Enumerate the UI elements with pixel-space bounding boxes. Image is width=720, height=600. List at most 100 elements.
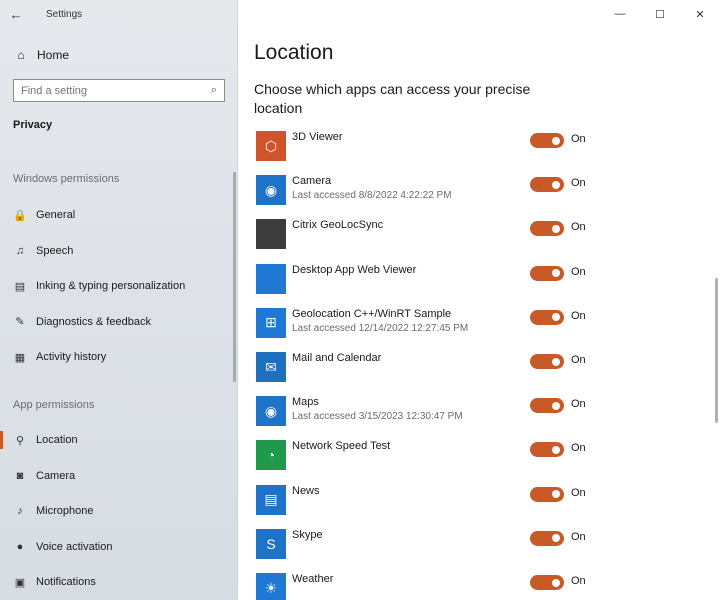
diagnostics-icon: ✎ (15, 316, 25, 328)
app-name: Maps (292, 396, 319, 409)
windows-logo-icon: ⊞ (256, 307, 286, 338)
toggle-state-label: On (571, 265, 586, 278)
mail-icon: ✉ (256, 352, 286, 382)
sidebar-item-label: Inking & typing personalization (36, 280, 186, 292)
sidebar-item-diagnostics-feedback[interactable]: ✎ Diagnostics & feedback (0, 308, 238, 336)
app-name: Skype (292, 528, 323, 541)
skype-icon: S (256, 528, 286, 559)
toggle-state-label: On (571, 354, 586, 366)
app-name: Camera (292, 175, 332, 188)
last-accessed-text: Last accessed 3/15/2023 12:30:47 PM (292, 411, 463, 423)
app-row: ◔ Network Speed Test On (254, 440, 694, 474)
sidebar-item-label: Diagnostics & feedback (36, 315, 151, 328)
toggle-state-label: On (571, 133, 586, 145)
app-name: 3D Viewer (292, 131, 343, 143)
last-accessed-text: Last accessed 12/14/2022 12:27:45 PM (292, 322, 469, 334)
app-name: Citrix GeoLocSync (292, 219, 384, 232)
home-link[interactable]: ⌂ Home (14, 46, 69, 64)
sidebar-item-voice-activation[interactable]: ● Voice activation (0, 533, 238, 561)
search-input[interactable] (21, 84, 211, 97)
location-toggle[interactable] (530, 398, 564, 414)
location-icon: ⚲ (15, 434, 25, 447)
main-scrollbar[interactable] (715, 278, 718, 423)
sidebar-item-notifications[interactable]: ▣ Notifications (0, 568, 238, 596)
speed-test-icon: ◔ (256, 440, 286, 471)
sidebar-item-microphone[interactable]: ♪ Microphone (0, 497, 238, 525)
sidebar-item-general[interactable]: 🔒 General (0, 201, 238, 229)
sidebar-item-label: Notifications (36, 576, 96, 588)
news-icon: ▤ (256, 484, 286, 515)
camera-app-icon: ◉ (256, 175, 286, 206)
toggle-state-label: On (571, 442, 586, 455)
citrix-icon (256, 219, 286, 250)
app-row: ⊞ Geolocation C++/WinRT Sample Last access… (254, 307, 694, 342)
weather-icon: ☀ (256, 573, 286, 600)
sidebar-item-location[interactable]: ⚲ Location (0, 426, 238, 454)
sidebar-item-activity-history[interactable]: ▦ Activity history (0, 343, 238, 371)
3d-viewer-icon: ⬡ (256, 131, 286, 161)
location-toggle[interactable] (530, 486, 564, 502)
app-row: ✉ Mail and Calendar On (254, 352, 694, 386)
nav-group-header: Windows permissions (13, 173, 120, 185)
location-toggle[interactable] (530, 177, 564, 193)
page-subheading: Choose which apps can access your precis… (254, 81, 531, 116)
window-controls: — ☐ ✕ (600, 0, 720, 28)
location-toggle[interactable] (530, 575, 564, 590)
app-row: ◉ Camera Last accessed 8/8/2022 4:22:22 PM… (254, 175, 694, 209)
back-arrow-icon[interactable]: ← (0, 0, 32, 28)
app-row: Desktop App Web Viewer On (254, 263, 694, 298)
app-row: Citrix GeoLocSync On (254, 219, 694, 253)
app-name: News (292, 484, 320, 497)
minimize-button[interactable]: — (600, 0, 640, 28)
speech-icon: ♫ (15, 244, 25, 257)
sidebar: ← Settings ⌂ Home ⌕ Privacy Windows perm… (0, 0, 238, 600)
location-toggle[interactable] (530, 133, 564, 148)
location-toggle[interactable] (530, 442, 564, 458)
toggle-state-label: On (571, 309, 586, 322)
sidebar-item-label: Activity history (36, 351, 107, 363)
app-name: Mail and Calendar (292, 352, 382, 364)
app-name: Desktop App Web Viewer (292, 263, 417, 276)
activity-icon: ▦ (14, 351, 26, 364)
clipboard-icon: ▤ (14, 280, 26, 293)
sidebar-item-label: Microphone (36, 505, 94, 517)
section-title: Privacy (13, 119, 53, 131)
page-title: Location (254, 41, 334, 64)
app-row: ⬡ 3D Viewer On (254, 131, 694, 165)
sidebar-item-label: Speech (36, 244, 74, 257)
camera-icon: ◙ (16, 469, 24, 482)
app-row: ◉ Maps Last accessed 3/15/2023 12:30:47 PM… (254, 396, 694, 430)
toggle-state-label: On (571, 398, 586, 411)
title-bar: ← Settings (0, 0, 83, 28)
sidebar-scrollbar[interactable] (233, 172, 236, 382)
sidebar-item-camera[interactable]: ◙ Camera (0, 462, 238, 490)
app-name: Geolocation C++/WinRT Sample (292, 307, 452, 320)
home-label: Home (37, 48, 70, 62)
app-row: ▤ News On (254, 484, 694, 519)
location-toggle[interactable] (530, 530, 564, 546)
toggle-state-label: On (571, 177, 586, 190)
lock-icon: 🔒 (13, 209, 27, 222)
maps-icon: ◉ (256, 396, 286, 427)
search-icon[interactable]: ⌕ (211, 84, 217, 97)
sidebar-item-label: Location (36, 434, 78, 446)
search-box[interactable]: ⌕ (13, 79, 225, 102)
window-title: Settings (46, 8, 83, 20)
location-toggle[interactable] (530, 221, 564, 237)
location-toggle[interactable] (530, 309, 564, 325)
sidebar-item-inking-typing-personalization[interactable]: ▤ Inking & typing personalization (0, 272, 238, 300)
toggle-state-label: On (571, 575, 586, 587)
web-viewer-icon (256, 263, 286, 294)
close-button[interactable]: ✕ (680, 0, 720, 28)
main-content: — ☐ ✕ Location Choose which apps can acc… (238, 0, 720, 600)
app-name: Weather (292, 573, 334, 585)
maximize-button[interactable]: ☐ (640, 0, 680, 28)
sidebar-item-speech[interactable]: ♫ Speech (0, 237, 238, 265)
location-toggle[interactable] (530, 265, 564, 281)
app-name: Network Speed Test (292, 440, 391, 453)
location-toggle[interactable] (530, 354, 564, 369)
toggle-state-label: On (571, 221, 586, 234)
home-icon: ⌂ (17, 48, 25, 62)
microphone-icon: ♪ (17, 505, 23, 517)
toggle-state-label: On (571, 530, 586, 543)
